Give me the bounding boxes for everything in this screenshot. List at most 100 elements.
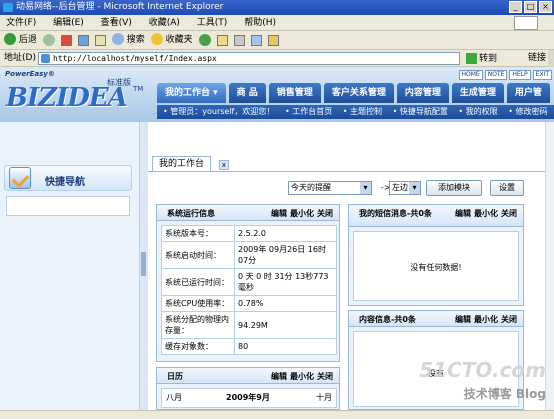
folder-icon[interactable] (267, 34, 279, 46)
subnav-theme-link[interactable]: • 主题控制 (343, 107, 382, 116)
tab-sales[interactable]: 销售管理 (268, 83, 321, 103)
search-label: 搜索 (126, 34, 145, 45)
row-key: 系统已运行时间： (161, 268, 235, 296)
menu-file[interactable]: 文件(F) (6, 18, 36, 28)
panel-actions: 编辑 最小化 关闭 (268, 371, 333, 382)
search-icon (111, 33, 124, 45)
next-month-link[interactable]: 十月 (316, 392, 332, 403)
go-button[interactable]: 转到 (466, 51, 497, 68)
watermark-text: 技术博客 Blog (463, 387, 546, 401)
mail-icon[interactable] (216, 34, 228, 46)
close-button[interactable]: × (539, 1, 552, 13)
favorites-label: 收藏夹 (165, 34, 193, 45)
subnav-change-password-link[interactable]: • 修改密码 (508, 107, 547, 116)
reminder-select[interactable]: 今天的提醒 (288, 181, 372, 195)
close-link[interactable]: 关闭 (501, 315, 517, 324)
app-header: PowerEasy® BIZIDEA TM 标准版 HOME NOTE HELP… (0, 67, 554, 122)
exit-link[interactable]: EXIT (532, 70, 552, 80)
vertical-scrollbar[interactable] (545, 122, 554, 410)
tab-divider (148, 171, 554, 172)
edit-link[interactable]: 编辑 (271, 372, 287, 381)
table-row: 系统CPU使用率： 0.78% (161, 295, 337, 312)
sub-nav: • 管理员：yourself，欢迎您！ • 工作台首页 • 主题控制 • 快捷导… (157, 105, 554, 119)
home-link[interactable]: HOME (458, 70, 483, 80)
windows-logo-icon (514, 16, 538, 30)
toolbar-edge (548, 50, 554, 67)
minimize-link[interactable]: 最小化 (474, 209, 498, 218)
table-row: 系统分配的物理内存量： 94.29M (161, 311, 337, 339)
settings-button[interactable]: 设置 (490, 180, 524, 196)
panel-title: 我的短信消息-共0条 (359, 209, 432, 218)
close-link[interactable]: 关闭 (317, 209, 333, 218)
tab-products[interactable]: 商 品 (228, 83, 266, 103)
sidebar-splitter[interactable] (140, 122, 148, 410)
tab-crm[interactable]: 客户关系管理 (323, 83, 394, 103)
row-value: 0 天 0 时 31分 13秒773毫秒 (234, 268, 337, 296)
table-row: 系统已运行时间： 0 天 0 时 31分 13秒773毫秒 (161, 268, 337, 296)
minimize-button[interactable]: _ (509, 1, 522, 13)
media-icon[interactable] (198, 34, 211, 46)
panel-title: 内容信息-共0条 (359, 315, 416, 324)
menu-favorites[interactable]: 收藏(A) (149, 18, 180, 28)
subnav-permissions-link[interactable]: • 我的权限 (458, 107, 497, 116)
subnav-home-link[interactable]: • 工作台首页 (285, 107, 332, 116)
main-nav-tabs: 我的工作台 ▾ 商 品 销售管理 客户关系管理 内容管理 生成管理 用户管 (157, 83, 550, 103)
row-key: 缓存对象数： (161, 338, 235, 355)
favorites-button[interactable]: 收藏夹 (150, 31, 193, 50)
address-bar: 地址(D) http://localhost/myself/Index.aspx… (0, 50, 554, 67)
window-controls: _ □ × (509, 1, 552, 13)
logo-tm: TM (133, 85, 144, 93)
prev-month-link[interactable]: 八月 (166, 392, 182, 403)
quick-nav-header[interactable]: 快捷导航 (4, 165, 132, 191)
tab-users[interactable]: 用户管 (506, 83, 550, 103)
home-icon[interactable] (94, 34, 106, 46)
edit-link[interactable]: 编辑 (271, 209, 287, 218)
maximize-button[interactable]: □ (524, 1, 537, 13)
tab-content[interactable]: 内容管理 (396, 83, 449, 103)
close-link[interactable]: 关闭 (317, 372, 333, 381)
address-input[interactable]: http://localhost/myself/Index.aspx (38, 52, 460, 65)
tab-generate[interactable]: 生成管理 (451, 83, 504, 103)
menu-tools[interactable]: 工具(T) (197, 18, 228, 28)
minimize-link[interactable]: 最小化 (290, 209, 314, 218)
forward-arrow-icon[interactable] (42, 34, 55, 46)
minimize-link[interactable]: 最小化 (474, 315, 498, 324)
menu-view[interactable]: 查看(V) (101, 18, 132, 28)
refresh-icon[interactable] (77, 34, 89, 46)
edition-label: 标准版 (107, 78, 131, 87)
sms-list: 没有任何数据! (353, 231, 519, 301)
panel-actions: 编辑 最小化 关闭 (268, 208, 333, 219)
panel-title: 系统运行信息 (167, 209, 215, 218)
edit-link[interactable]: 编辑 (455, 315, 471, 324)
panel-header: 内容信息-共0条 编辑 最小化 关闭 (349, 311, 523, 327)
empty-message: 没有任何数据! (410, 263, 462, 272)
subnav-shortcut-config-link[interactable]: • 快捷导航配置 (393, 107, 448, 116)
go-arrow-icon (466, 53, 477, 64)
table-row: 系统启动时间： 2009年 09月26日 16时07分 (161, 241, 337, 269)
menu-edit[interactable]: 编辑(E) (53, 18, 84, 28)
row-value: 94.29M (234, 311, 337, 339)
links-button[interactable]: 链接 (528, 50, 546, 67)
close-link[interactable]: 关闭 (501, 209, 517, 218)
edit-link[interactable]: 编辑 (455, 209, 471, 218)
add-module-button[interactable]: 添加模块 (426, 180, 482, 196)
note-link[interactable]: NOTE (484, 70, 508, 80)
calendar-month: 2009年9月 (226, 393, 270, 402)
back-button[interactable]: 后退 (4, 31, 37, 50)
search-button[interactable]: 搜索 (111, 31, 145, 50)
calendar-header: 八月 2009年9月 十月 (161, 388, 337, 408)
close-tab-icon[interactable]: x (219, 160, 229, 170)
tab-workbench[interactable]: 我的工作台 ▾ (157, 83, 226, 103)
sms-panel: 我的短信消息-共0条 编辑 最小化 关闭 没有任何数据! (348, 204, 524, 306)
position-select[interactable]: 左边 (389, 181, 421, 195)
row-key: 系统CPU使用率： (161, 295, 235, 312)
back-label: 后退 (18, 34, 37, 45)
minimize-link[interactable]: 最小化 (290, 372, 314, 381)
print-icon[interactable] (233, 34, 245, 46)
stop-icon[interactable] (60, 34, 72, 46)
edit-icon[interactable] (250, 34, 262, 46)
tab-my-workbench[interactable]: 我的工作台 (152, 156, 212, 171)
help-link[interactable]: HELP (509, 70, 531, 80)
menu-help[interactable]: 帮助(H) (244, 18, 276, 28)
panel-header: 系统运行信息 编辑 最小化 关闭 (157, 205, 339, 221)
